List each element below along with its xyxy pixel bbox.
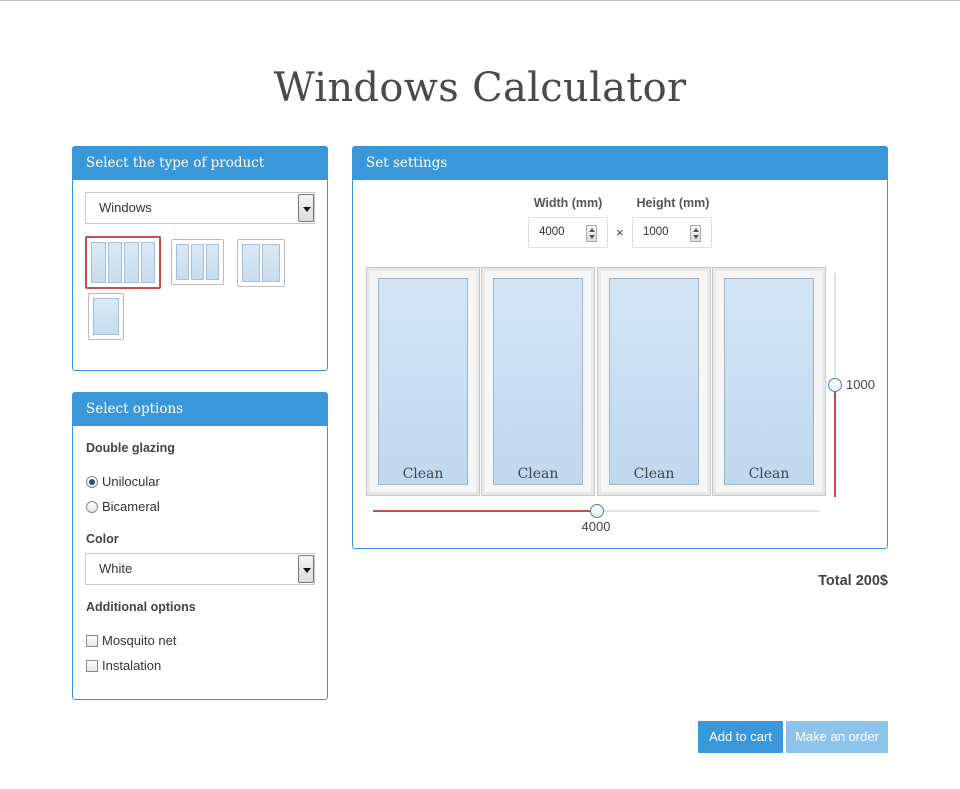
product-type-header: Select the type of product xyxy=(73,147,327,180)
times-sign: × xyxy=(616,225,624,240)
window-sash[interactable]: Clean xyxy=(366,267,480,496)
radio-unilocular-label: Unilocular xyxy=(102,474,160,489)
checkbox-instalation[interactable]: Instalation xyxy=(86,658,161,673)
window-glass: Clean xyxy=(493,278,583,485)
window-glass: Clean xyxy=(609,278,699,485)
additional-options-label: Additional options xyxy=(86,600,196,614)
width-input[interactable]: 4000 xyxy=(528,217,608,248)
product-type-select[interactable]: Windows xyxy=(85,192,315,224)
checkbox-instalation-control[interactable] xyxy=(86,659,98,672)
width-slider-value: 4000 xyxy=(581,519,611,534)
options-panel: Select options Double glazing Unilocular… xyxy=(72,392,328,700)
radio-bicameral-control[interactable] xyxy=(86,500,98,513)
height-stepper-icon[interactable] xyxy=(690,225,701,242)
radio-unilocular-control[interactable] xyxy=(86,475,98,488)
page-title: Windows Calculator xyxy=(273,65,687,111)
height-slider-fill xyxy=(834,385,836,497)
product-type-value: Windows xyxy=(99,200,152,215)
checkbox-mosquito-net[interactable]: Mosquito net xyxy=(86,633,176,648)
sash-label: Clean xyxy=(633,466,675,482)
thumb-one-sash-window[interactable] xyxy=(88,293,124,340)
height-slider-handle[interactable] xyxy=(828,378,842,392)
color-label: Color xyxy=(86,532,119,546)
checkbox-instalation-label: Instalation xyxy=(102,658,162,673)
chevron-down-icon[interactable] xyxy=(298,555,314,583)
chevron-down-icon[interactable] xyxy=(298,194,314,222)
radio-bicameral-label: Bicameral xyxy=(102,499,160,514)
thumb-three-sash-window[interactable] xyxy=(171,239,224,285)
add-to-cart-button[interactable]: Add to cart xyxy=(698,721,783,753)
height-slider-value: 1000 xyxy=(846,377,875,392)
sash-label: Clean xyxy=(748,466,790,482)
window-glass: Clean xyxy=(378,278,468,485)
height-label: Height (mm) xyxy=(636,196,710,210)
width-value: 4000 xyxy=(539,226,565,238)
settings-panel: Set settings Width (mm) Height (mm) 4000… xyxy=(352,146,888,549)
make-order-button[interactable]: Make an order xyxy=(786,721,888,753)
sash-label: Clean xyxy=(517,466,559,482)
thumb-two-sash-window[interactable] xyxy=(237,239,285,287)
window-sash[interactable]: Clean xyxy=(712,267,826,496)
checkbox-mosquito-net-control[interactable] xyxy=(86,634,98,647)
radio-bicameral[interactable]: Bicameral xyxy=(86,499,160,514)
product-type-panel: Select the type of product Windows xyxy=(72,146,328,371)
total-price: Total 200$ xyxy=(818,573,888,589)
checkbox-mosquito-net-label: Mosquito net xyxy=(102,633,177,648)
height-input[interactable]: 1000 xyxy=(632,217,712,248)
color-value: White xyxy=(99,561,133,576)
height-value: 1000 xyxy=(643,226,669,238)
window-glass: Clean xyxy=(724,278,814,485)
width-label: Width (mm) xyxy=(533,196,603,210)
options-header: Select options xyxy=(73,393,327,426)
width-slider-handle[interactable] xyxy=(589,504,604,518)
window-sash[interactable]: Clean xyxy=(597,267,711,496)
width-slider-fill xyxy=(373,510,597,512)
settings-header: Set settings xyxy=(353,147,887,180)
thumb-four-sash-window[interactable] xyxy=(85,236,161,289)
width-stepper-icon[interactable] xyxy=(586,225,597,242)
radio-unilocular[interactable]: Unilocular xyxy=(86,474,160,489)
window-sash[interactable]: Clean xyxy=(481,267,595,496)
color-select[interactable]: White xyxy=(85,553,315,585)
double-glazing-label: Double glazing xyxy=(86,441,175,455)
sash-label: Clean xyxy=(402,466,444,482)
